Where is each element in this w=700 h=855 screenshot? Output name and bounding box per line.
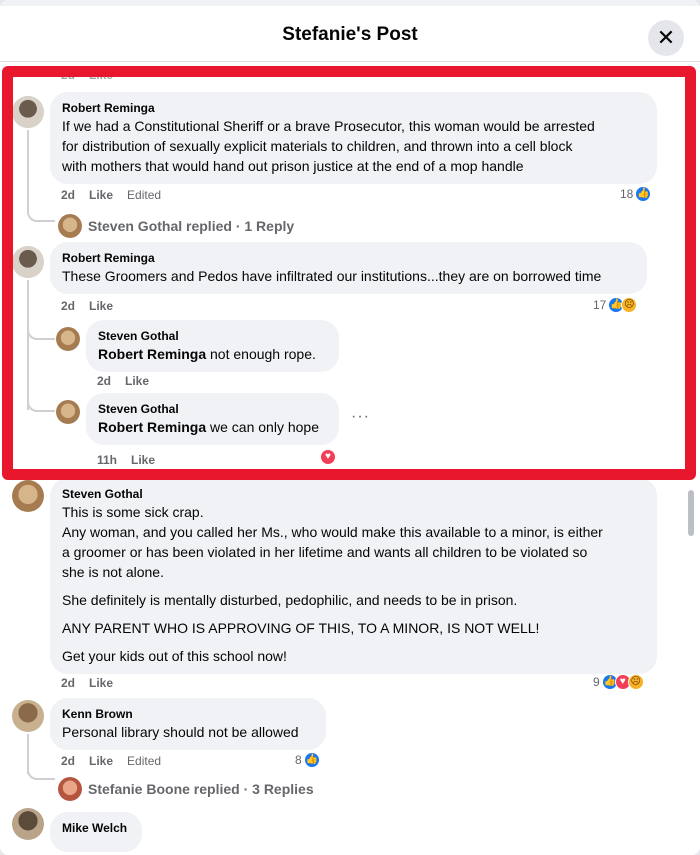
avatar[interactable] — [56, 327, 80, 351]
comment-bubble: Steven Gothal This is some sick crap. An… — [50, 478, 657, 674]
reaction-summary[interactable]: 18 👍 — [620, 186, 652, 202]
comment-text-paragraph: Get your kids out of this school now! — [62, 648, 287, 664]
view-replies-link[interactable]: Steven Gothal replied · 1 Reply — [58, 214, 294, 238]
comment-time[interactable]: 2d — [61, 676, 75, 690]
like-link[interactable]: Like — [89, 299, 113, 313]
edited-label: Edited — [127, 754, 162, 768]
like-link[interactable]: Like — [131, 453, 155, 467]
thread-connector — [27, 316, 55, 340]
comment-meta: 2d Like Edited — [61, 188, 175, 202]
thread-connector — [27, 386, 55, 412]
comment-author[interactable]: Mike Welch — [62, 820, 130, 836]
avatar[interactable] — [12, 480, 44, 512]
reaction-count: 18 — [620, 187, 634, 201]
avatar[interactable] — [12, 700, 44, 732]
reply-author[interactable]: Steven Gothal — [98, 401, 327, 417]
like-link[interactable]: Like — [89, 754, 113, 768]
thread-connector — [27, 762, 55, 780]
reaction-count: 9 — [593, 675, 600, 689]
avatar[interactable] — [56, 400, 80, 424]
like-reaction-icon: 👍 — [635, 186, 652, 202]
comment-time[interactable]: 2d — [61, 188, 75, 202]
like-link[interactable]: Like — [125, 374, 149, 388]
reply-bubble: Steven Gothal Robert Reminga we can only… — [86, 393, 339, 445]
reaction-summary[interactable]: 9 👍 ♥ ☹ — [593, 674, 644, 690]
reaction-summary[interactable]: 8 👍 — [295, 752, 320, 768]
comment-text-paragraph: ANY PARENT WHO IS APPROVING OF THIS, TO … — [62, 620, 540, 636]
reaction-count: 17 — [593, 298, 607, 312]
comment-text: These Groomers and Pedos have infiltrate… — [62, 268, 602, 284]
close-icon: ✕ — [656, 25, 676, 50]
heart-reaction-icon[interactable]: ♥ — [319, 448, 337, 466]
reply-time[interactable]: 2d — [97, 374, 111, 388]
comment-text-line: Any woman, and you called her Ms., who w… — [62, 524, 603, 540]
mention-link[interactable]: Robert Reminga — [98, 419, 206, 435]
reply-text: not enough rope. — [206, 346, 316, 362]
sad-reaction-icon: ☹ — [621, 297, 638, 313]
comment-text-line: with mothers that would hand out prison … — [62, 158, 524, 174]
comment-time[interactable]: 2d — [61, 299, 75, 313]
reaction-count: 8 — [295, 753, 302, 767]
avatar[interactable] — [12, 246, 44, 278]
reply-meta: 11h Like — [97, 453, 169, 467]
comment-meta: 2d Like Edited — [61, 754, 175, 768]
comment-meta: 2d Like — [61, 676, 127, 690]
comment-text-line: a groomer or has been violated in her li… — [62, 544, 588, 560]
reply-bubble: Steven Gothal Robert Reminga not enough … — [86, 320, 339, 372]
more-options-icon[interactable]: ··· — [351, 408, 370, 426]
comment-text-paragraph: She definitely is mentally disturbed, pe… — [62, 592, 518, 608]
like-link[interactable]: Like — [89, 676, 113, 690]
comment-author[interactable]: Robert Reminga — [62, 250, 635, 266]
avatar — [58, 777, 82, 801]
reply-summary-text: Steven Gothal replied · 1 Reply — [88, 218, 295, 234]
modal-title: Stefanie's Post — [282, 24, 418, 45]
reply-summary-text: Stefanie Boone replied · 3 Replies — [88, 781, 314, 797]
avatar[interactable] — [12, 808, 44, 840]
comment-bubble: Kenn Brown Personal library should not b… — [50, 698, 326, 750]
scrollbar[interactable] — [688, 490, 694, 536]
like-link[interactable]: Like — [89, 68, 113, 82]
comment-text-line: If we had a Constitutional Sheriff or a … — [62, 118, 595, 134]
comment-bubble: Robert Reminga If we had a Constitutiona… — [50, 92, 657, 184]
modal-header: Stefanie's Post ✕ — [0, 6, 700, 62]
comment-bubble: Mike Welch — [50, 812, 142, 852]
reply-author[interactable]: Steven Gothal — [98, 328, 327, 344]
close-button[interactable]: ✕ — [648, 20, 684, 56]
reply-time[interactable]: 11h — [97, 453, 117, 467]
comment-text-line: for distribution of sexually explicit ma… — [62, 138, 573, 154]
comments-feed[interactable]: 2d Like Robert Reminga If we had a Consti… — [0, 62, 700, 855]
comment-author[interactable]: Robert Reminga — [62, 100, 645, 116]
thread-connector — [27, 202, 55, 222]
comment-author[interactable]: Steven Gothal — [62, 486, 645, 502]
like-reaction-icon: 👍 — [303, 752, 320, 768]
comment-text-line: This is some sick crap. — [62, 504, 204, 520]
reaction-summary[interactable]: 17 👍 ☹ — [593, 297, 638, 313]
mention-link[interactable]: Robert Reminga — [98, 346, 206, 362]
view-replies-link[interactable]: Stefanie Boone replied · 3 Replies — [58, 777, 314, 801]
partial-comment-meta: 2d Like — [61, 68, 127, 82]
reply-meta: 2d Like — [97, 374, 163, 388]
comment-time: 2d — [61, 68, 76, 82]
comment-meta: 2d Like — [61, 299, 127, 313]
comment-time[interactable]: 2d — [61, 754, 75, 768]
comment-text-line: she is not alone. — [62, 564, 164, 580]
like-link[interactable]: Like — [89, 188, 113, 202]
reply-text: we can only hope — [206, 419, 319, 435]
avatar — [58, 214, 82, 238]
comment-bubble: Robert Reminga These Groomers and Pedos … — [50, 242, 647, 294]
avatar[interactable] — [12, 96, 44, 128]
comment-author[interactable]: Kenn Brown — [62, 706, 314, 722]
comment-text: Personal library should not be allowed — [62, 724, 299, 740]
post-modal: Stefanie's Post ✕ 2d Like Robert Reminga … — [0, 0, 700, 855]
edited-label: Edited — [127, 188, 162, 202]
sad-reaction-icon: ☹ — [627, 674, 644, 690]
